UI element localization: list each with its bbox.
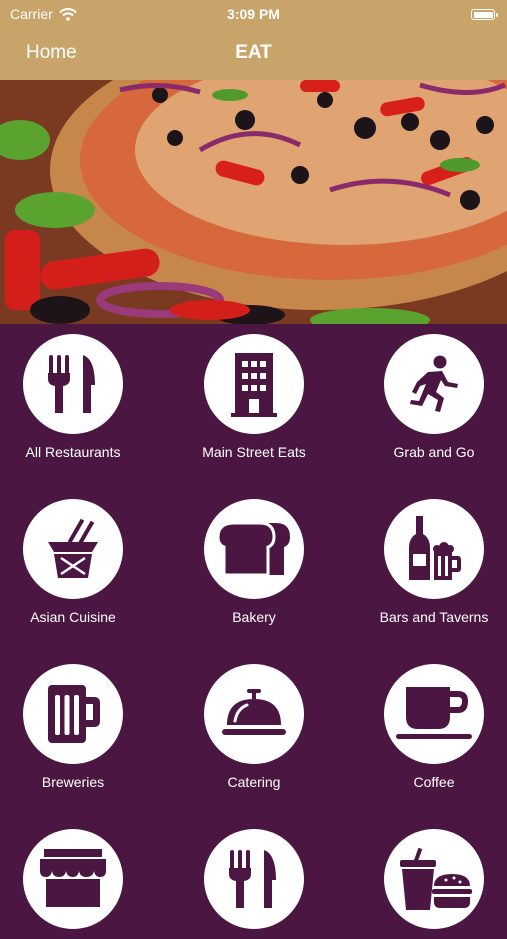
category-breweries[interactable]: Breweries [0,654,163,790]
drink-burger-icon [400,848,472,910]
hero-image [0,80,507,324]
category-label: Main Street Eats [202,444,306,460]
fork-knife-icon [229,850,276,908]
category-label: Grab and Go [393,444,475,460]
category-fast-food[interactable] [344,819,507,939]
category-label: Bars and Taverns [379,609,489,625]
navigation-bar: Carrier 3:09 PM Home EAT [0,0,507,80]
coffee-cup-icon [396,687,472,739]
category-label: Catering [227,774,281,790]
cloche-icon [222,689,286,735]
page-title: EAT [235,42,272,63]
bottle-mug-icon [409,516,461,580]
running-person-icon [410,355,458,412]
category-icon-circle [384,664,484,764]
category-icon-circle [384,499,484,599]
category-icon-circle [23,499,123,599]
category-storefront[interactable] [0,819,163,939]
category-main-street-eats[interactable]: Main Street Eats [164,324,344,460]
category-label: All Restaurants [25,444,121,460]
category-icon-circle [204,829,304,929]
category-asian-cuisine[interactable]: Asian Cuisine [0,489,163,625]
category-label: Bakery [232,609,276,625]
category-label: Asian Cuisine [30,609,116,625]
category-all-restaurants[interactable]: All Restaurants [0,324,163,460]
category-grab-and-go[interactable]: Grab and Go [344,324,507,460]
category-grid: All Restaurants Main Street Eats Grab an… [0,324,507,929]
battery-icon [471,9,498,20]
category-icon-circle [384,334,484,434]
category-restaurants-alt[interactable] [164,819,344,939]
category-icon-circle [23,334,123,434]
status-bar: Carrier 3:09 PM [0,6,507,26]
takeout-box-icon [48,518,98,578]
beer-mug-icon [48,685,100,743]
category-icon-circle [23,664,123,764]
category-coffee[interactable]: Coffee [344,654,507,790]
category-bakery[interactable]: Bakery [164,489,344,625]
category-icon-circle [204,664,304,764]
building-icon [231,353,277,417]
category-label: Coffee [413,774,455,790]
category-catering[interactable]: Catering [164,654,344,790]
status-time: 3:09 PM [227,6,280,22]
category-icon-circle [384,829,484,929]
category-bars-and-taverns[interactable]: Bars and Taverns [344,489,507,625]
category-icon-circle [204,499,304,599]
bread-icon [216,521,290,577]
category-label: Breweries [41,774,105,790]
fork-knife-icon [48,355,95,413]
category-icon-circle [204,334,304,434]
category-icon-circle [23,829,123,929]
storefront-icon [40,849,106,907]
